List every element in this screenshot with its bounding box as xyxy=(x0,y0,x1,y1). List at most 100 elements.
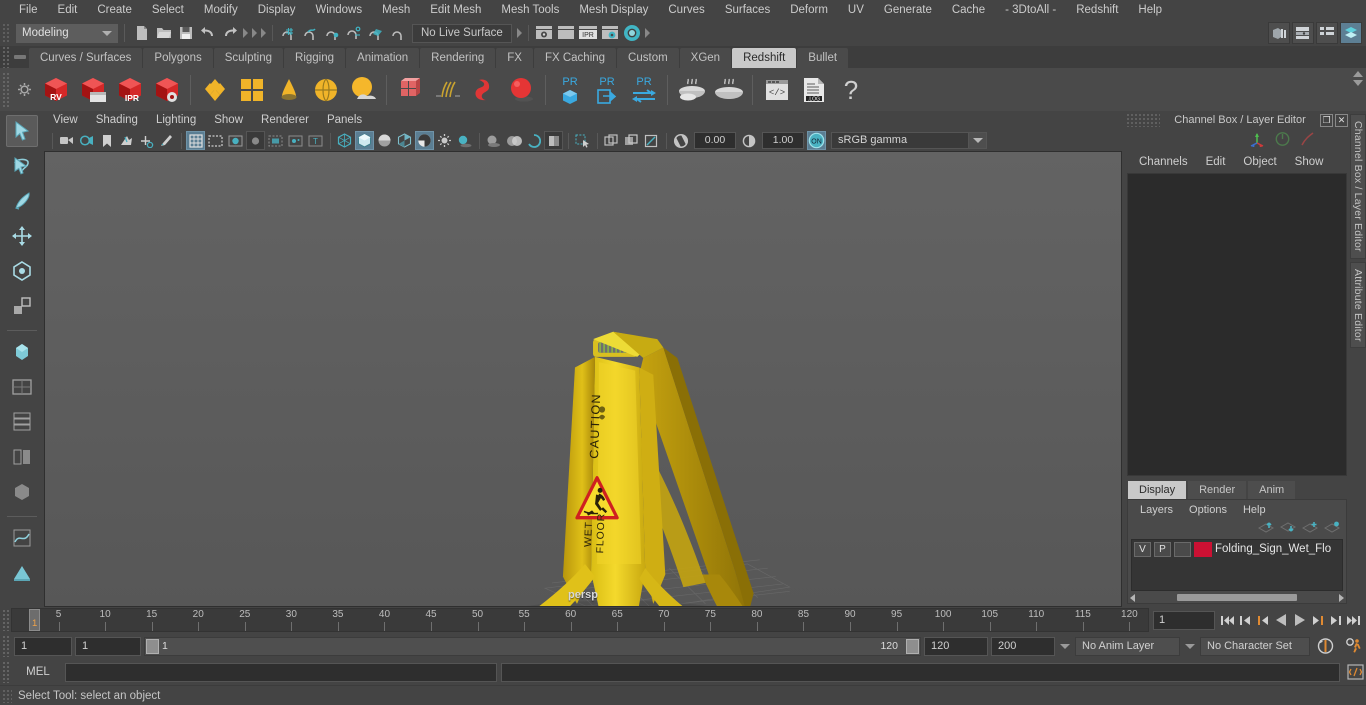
rail-tab-attribute-editor[interactable]: Attribute Editor xyxy=(1350,261,1366,349)
toggle-safe-title-icon[interactable] xyxy=(286,131,305,150)
channel-menu-edit[interactable]: Edit xyxy=(1197,156,1235,168)
undock-panel-icon[interactable]: ❐ xyxy=(1320,113,1333,127)
xray-joints-icon[interactable] xyxy=(622,131,641,150)
move-layer-down-icon[interactable] xyxy=(1279,521,1297,537)
shelf-tab-redshift[interactable]: Redshift xyxy=(732,48,797,68)
menu-file[interactable]: File xyxy=(9,0,48,20)
channel-menu-show[interactable]: Show xyxy=(1286,156,1333,168)
shelf-options-gear-icon[interactable] xyxy=(11,72,37,108)
shelf-icon-redshift-settings[interactable] xyxy=(148,71,185,108)
layer-list-horizontal-scrollbar[interactable] xyxy=(1128,592,1346,603)
textured-shading-icon[interactable] xyxy=(415,131,434,150)
isolate-select-icon[interactable] xyxy=(573,131,592,150)
anim-layer-dropdown-icon[interactable] xyxy=(1183,637,1197,656)
snap-to-projected-center-icon[interactable] xyxy=(343,22,365,44)
shelf-icon-redshift-log[interactable]: .LOG xyxy=(795,71,832,108)
shelf-icon-redshift-light-dome[interactable] xyxy=(270,71,307,108)
channel-box-toggle-icon[interactable] xyxy=(1340,22,1362,44)
layer-menu-help[interactable]: Help xyxy=(1235,504,1274,516)
toggle-field-chart-icon[interactable] xyxy=(246,131,265,150)
layout-single-perspective-view[interactable] xyxy=(6,371,38,403)
shadows-icon[interactable] xyxy=(455,131,474,150)
step-forward-keyframe-icon[interactable] xyxy=(1327,610,1344,630)
shelf-tab-sculpting[interactable]: Sculpting xyxy=(213,48,284,68)
menu-uv[interactable]: UV xyxy=(838,0,874,20)
tool-paint-select[interactable] xyxy=(6,185,38,217)
exposure-icon[interactable] xyxy=(671,131,690,150)
command-output-field[interactable] xyxy=(501,662,1340,682)
toggle-film-gate-icon[interactable] xyxy=(206,131,225,150)
color-management-toggle-icon[interactable]: ON xyxy=(807,131,826,150)
grease-pencil-icon[interactable] xyxy=(157,131,176,150)
modeling-toolkit-icon[interactable] xyxy=(1268,22,1290,44)
redo-render-icon[interactable] xyxy=(555,22,577,44)
toggle-grid-icon[interactable] xyxy=(186,131,205,150)
status-collapse-2-icon[interactable] xyxy=(250,23,259,43)
menu-mesh-tools[interactable]: Mesh Tools xyxy=(491,0,569,20)
play-backwards-icon[interactable] xyxy=(1273,610,1290,630)
two-d-pan-zoom-icon[interactable] xyxy=(137,131,156,150)
go-to-start-icon[interactable] xyxy=(1219,610,1236,630)
use-all-lights-icon[interactable] xyxy=(435,131,454,150)
menu-edit[interactable]: Edit xyxy=(48,0,88,20)
auto-keyframe-toggle-icon[interactable] xyxy=(1313,637,1338,655)
open-scene-icon[interactable] xyxy=(153,22,175,44)
shelf-tab-polygons[interactable]: Polygons xyxy=(143,48,213,68)
layout-persp-graph-editor[interactable] xyxy=(6,522,38,554)
time-slider-playhead[interactable]: 1 xyxy=(29,609,40,631)
menu-display[interactable]: Display xyxy=(248,0,306,20)
tool-select[interactable] xyxy=(6,115,38,147)
shelf-icon-redshift-proxy[interactable] xyxy=(392,71,429,108)
toggle-title-text-icon[interactable]: T xyxy=(306,131,325,150)
select-camera-icon[interactable] xyxy=(57,131,76,150)
menu-surfaces[interactable]: Surfaces xyxy=(715,0,780,20)
snap-to-grid-icon[interactable] xyxy=(277,22,299,44)
menu-select[interactable]: Select xyxy=(142,0,194,20)
motion-blur-icon[interactable] xyxy=(504,131,523,150)
new-layer-icon[interactable] xyxy=(1301,521,1319,537)
tool-rotate[interactable] xyxy=(6,255,38,287)
shelf-icon-redshift-script[interactable]: </> xyxy=(758,71,795,108)
layer-tab-display[interactable]: Display xyxy=(1128,481,1187,499)
image-plane-icon[interactable] xyxy=(117,131,136,150)
shelf-scroll-arrows[interactable] xyxy=(1353,71,1363,86)
render-current-frame-icon[interactable] xyxy=(533,22,555,44)
range-end-field[interactable]: 200 xyxy=(991,636,1055,656)
tool-lasso-select[interactable] xyxy=(6,150,38,182)
tool-move[interactable] xyxy=(6,220,38,252)
save-scene-icon[interactable] xyxy=(175,22,197,44)
channel-menu-channels[interactable]: Channels xyxy=(1130,156,1197,168)
menu-set-dropdown-icon[interactable] xyxy=(96,23,118,43)
move-layer-up-icon[interactable] xyxy=(1257,521,1275,537)
shelf-grip[interactable] xyxy=(2,46,11,68)
toggle-resolution-gate-icon[interactable] xyxy=(226,131,245,150)
attribute-editor-toggle-icon[interactable] xyxy=(1292,22,1314,44)
layout-hypershade-persp[interactable] xyxy=(6,476,38,508)
shelf-icon-redshift-help[interactable]: ? xyxy=(832,71,869,108)
time-slider-grip[interactable] xyxy=(2,609,11,631)
viewport-menu-lighting[interactable]: Lighting xyxy=(147,111,205,130)
perspective-viewport[interactable]: CAUTION WET FLOOR persp xyxy=(44,151,1122,607)
bookmark-icon[interactable] xyxy=(97,131,116,150)
wireframe-shading-icon[interactable] xyxy=(335,131,354,150)
menu-3dtoall[interactable]: - 3DtoAll - xyxy=(995,0,1066,20)
menu-help[interactable]: Help xyxy=(1128,0,1172,20)
script-editor-icon[interactable] xyxy=(1344,662,1366,682)
layer-color-swatch[interactable] xyxy=(1194,541,1212,557)
menu-modify[interactable]: Modify xyxy=(194,0,248,20)
step-back-frame-icon[interactable] xyxy=(1255,610,1272,630)
shelf-icon-redshift-sphere[interactable] xyxy=(503,71,540,108)
shelf-icon-redshift-matte[interactable] xyxy=(233,71,270,108)
shelf-icon-redshift-bake[interactable] xyxy=(673,71,710,108)
current-frame-field[interactable]: 1 xyxy=(1153,610,1215,630)
command-language-label[interactable]: MEL xyxy=(15,666,61,678)
range-slider[interactable]: 1 120 xyxy=(144,636,921,656)
xray-icon[interactable] xyxy=(602,131,621,150)
shelf-icon-redshift-ipr[interactable]: IPR xyxy=(111,71,148,108)
ipr-render-icon[interactable]: IPR xyxy=(577,22,599,44)
shelf-menu-icon[interactable] xyxy=(11,46,29,68)
shelf-bar-grip[interactable] xyxy=(2,71,11,108)
time-slider-ruler[interactable]: 1 5 10 15 20 25 30 35 40 45 50 55 60 65 70 75 80 85 90 95 1… xyxy=(11,608,1149,632)
character-set-selector[interactable]: No Character Set xyxy=(1200,636,1310,656)
shelf-icon-redshift-volume[interactable] xyxy=(466,71,503,108)
